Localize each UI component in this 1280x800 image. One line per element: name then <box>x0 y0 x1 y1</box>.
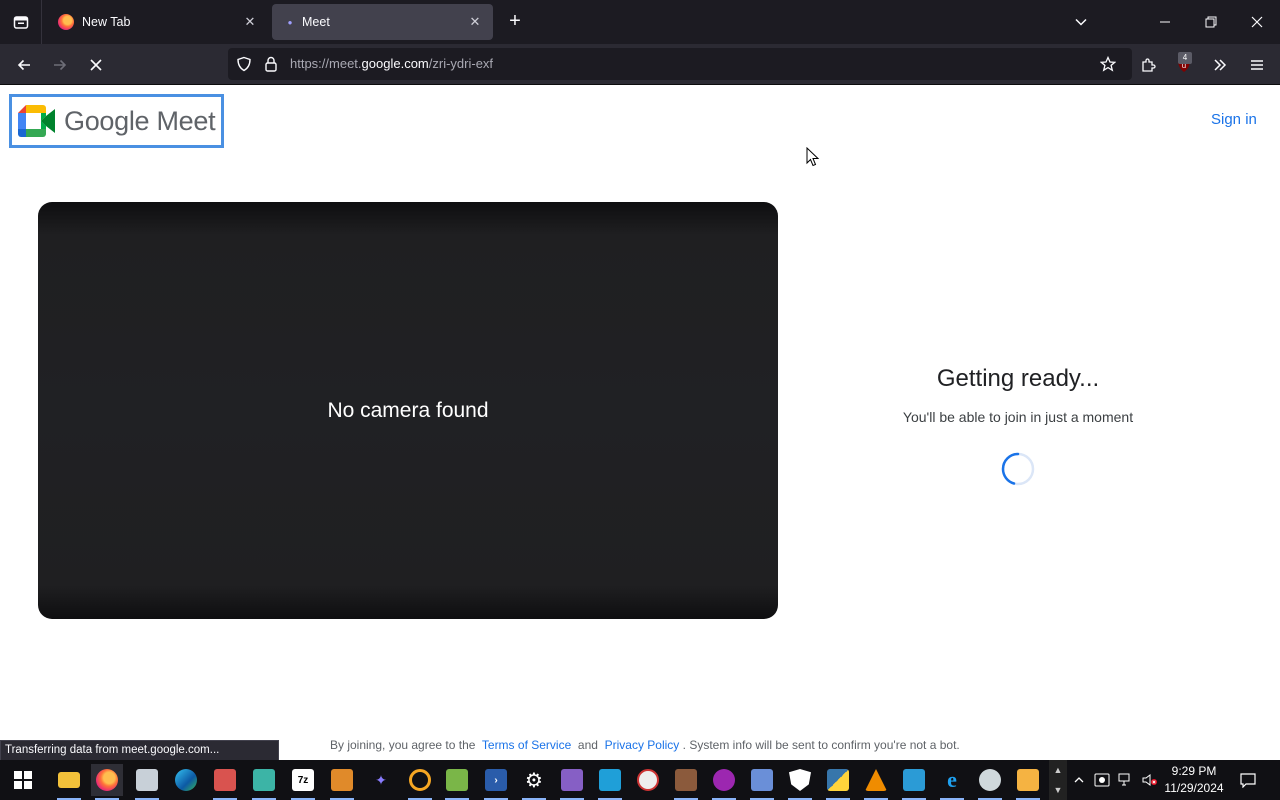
firefox-view-button[interactable] <box>0 0 42 44</box>
powershell-icon[interactable]: › <box>480 764 512 800</box>
clock-time: 9:29 PM <box>1171 764 1217 778</box>
edge-icon[interactable] <box>170 764 202 796</box>
app-icon[interactable] <box>248 764 280 800</box>
minimize-icon <box>1160 21 1170 23</box>
arrow-right-icon <box>54 59 67 71</box>
search-app-icon[interactable] <box>404 764 436 800</box>
close-icon <box>1251 16 1263 28</box>
restore-icon <box>1205 16 1217 28</box>
forward-button[interactable] <box>45 50 75 80</box>
getting-ready-title: Getting ready... <box>936 365 1100 392</box>
arrow-left-icon <box>17 59 30 71</box>
legal-and: and <box>577 738 598 752</box>
notifications-icon[interactable] <box>1238 771 1258 789</box>
file-explorer-icon[interactable] <box>53 764 85 800</box>
url-prefix: https://meet. <box>290 56 362 71</box>
lock-icon[interactable] <box>264 56 278 72</box>
tray-app-icon[interactable] <box>1093 771 1111 789</box>
app-icon[interactable] <box>131 764 163 800</box>
url-text[interactable]: https://meet.google.com/zri-ydri-exf <box>290 56 493 71</box>
chevron-down-icon[interactable]: ▼ <box>1049 780 1067 800</box>
mouse-cursor-icon <box>806 147 820 167</box>
app-icon[interactable] <box>974 764 1006 800</box>
7zip-icon[interactable]: 7z <box>287 764 319 800</box>
windows-logo-icon <box>14 771 32 789</box>
app-icon[interactable] <box>1012 764 1044 800</box>
firefox-icon <box>58 14 74 30</box>
app-icon[interactable] <box>209 764 241 800</box>
tab-meet[interactable]: ● Meet ✕ <box>272 4 493 40</box>
start-button[interactable] <box>7 764 39 796</box>
app-icon[interactable] <box>632 764 664 796</box>
legal-post: . System info will be sent to confirm yo… <box>682 738 960 752</box>
browser-tab-strip: New Tab ✕ ● Meet ✕ + <box>0 0 1280 44</box>
volume-muted-icon[interactable] <box>1141 771 1159 789</box>
vlc-icon[interactable] <box>860 764 892 800</box>
puzzle-icon <box>1142 58 1156 72</box>
python-icon[interactable] <box>822 764 854 800</box>
app-icon[interactable] <box>326 764 358 800</box>
app-menu-button[interactable] <box>1242 50 1272 80</box>
close-window-button[interactable] <box>1234 0 1280 44</box>
extensions-button[interactable] <box>1133 50 1163 80</box>
shield-icon[interactable] <box>236 56 252 72</box>
app-icon[interactable] <box>746 764 778 800</box>
navigation-toolbar: https://meet.google.com/zri-ydri-exf u 4 <box>0 44 1280 85</box>
tab-close-icon[interactable]: ✕ <box>463 10 487 34</box>
tab-title: New Tab <box>82 15 131 29</box>
notepad-plus-icon[interactable] <box>441 764 473 800</box>
app-icon[interactable] <box>898 764 930 800</box>
list-all-tabs-button[interactable] <box>1058 0 1104 44</box>
tab-close-icon[interactable]: ✕ <box>238 10 262 34</box>
minimize-button[interactable] <box>1142 0 1188 44</box>
google-meet-logo[interactable]: Google Meet <box>9 94 224 148</box>
app-icon[interactable] <box>708 764 740 800</box>
firefox-view-icon <box>13 16 28 29</box>
overflow-menu-button[interactable] <box>1205 50 1235 80</box>
app-icon[interactable] <box>670 764 702 800</box>
chevron-down-icon <box>1075 18 1087 26</box>
security-shield-icon[interactable] <box>784 764 816 800</box>
url-path: /zri-ydri-exf <box>428 56 494 71</box>
chevron-up-icon[interactable] <box>1070 771 1088 789</box>
stop-button[interactable] <box>81 50 111 80</box>
no-camera-message: No camera found <box>327 398 489 422</box>
internet-explorer-icon[interactable]: e <box>936 764 968 800</box>
firefox-taskbar-icon[interactable] <box>91 764 123 800</box>
legal-pre: By joining, you agree to the <box>330 738 476 752</box>
logo-text: Google Meet <box>64 105 216 136</box>
app-icon[interactable]: ✦ <box>365 764 397 796</box>
taskbar-clock[interactable]: 9:29 PM 11/29/2024 <box>1158 763 1230 797</box>
app-icon[interactable] <box>594 764 626 800</box>
new-tab-button[interactable]: + <box>503 10 527 34</box>
video-preview: No camera found <box>38 202 778 619</box>
double-chevron-right-icon <box>1214 59 1227 71</box>
back-button[interactable] <box>9 50 39 80</box>
hamburger-menu-icon <box>1251 60 1263 70</box>
visual-studio-icon[interactable] <box>556 764 588 800</box>
loading-dot-icon: ● <box>287 17 293 27</box>
taskbar-scroll-arrows[interactable]: ▲ ▼ <box>1049 760 1067 800</box>
privacy-policy-link[interactable]: Privacy Policy <box>605 738 680 752</box>
browser-status-bar: Transferring data from meet.google.com..… <box>0 740 279 761</box>
url-host: google.com <box>361 56 429 71</box>
getting-ready-subtitle: You'll be able to join in just a moment <box>902 409 1134 425</box>
chevron-up-icon[interactable]: ▲ <box>1049 760 1067 780</box>
settings-gear-icon[interactable]: ⚙ <box>518 764 550 800</box>
tab-title: Meet <box>302 15 330 29</box>
address-bar[interactable]: https://meet.google.com/zri-ydri-exf <box>228 48 1132 80</box>
ublock-count-badge: 4 <box>1178 52 1192 64</box>
loading-spinner-icon <box>1001 452 1035 486</box>
sign-in-link[interactable]: Sign in <box>1211 111 1257 128</box>
legal-notice: By joining, you agree to the Terms of Se… <box>330 738 960 752</box>
restore-button[interactable] <box>1188 0 1234 44</box>
clock-date: 11/29/2024 <box>1164 781 1224 795</box>
stop-icon <box>90 59 102 71</box>
tab-new-tab[interactable]: New Tab ✕ <box>48 4 268 40</box>
terms-of-service-link[interactable]: Terms of Service <box>482 738 571 752</box>
google-meet-icon <box>18 105 55 137</box>
bookmark-star-icon[interactable] <box>1100 56 1116 72</box>
network-icon[interactable] <box>1117 771 1135 789</box>
meet-page: Google Meet Sign in No camera found Gett… <box>0 85 1280 760</box>
